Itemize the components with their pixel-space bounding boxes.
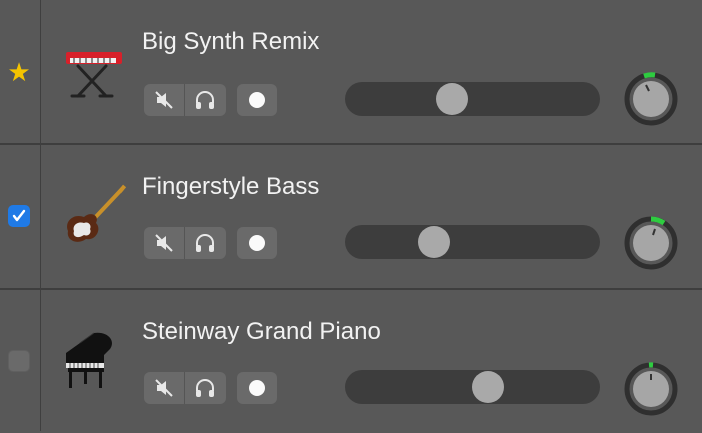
favorite-star-icon[interactable]: ★ <box>7 59 31 85</box>
mute-solo-group <box>144 372 226 404</box>
mute-solo-group <box>144 84 226 116</box>
track-name: Steinway Grand Piano <box>142 318 381 345</box>
track-row[interactable]: Steinway Grand Piano <box>0 290 702 433</box>
mute-button[interactable] <box>144 227 184 259</box>
solo-button[interactable] <box>184 372 225 404</box>
volume-slider[interactable] <box>345 370 600 404</box>
record-enable-button[interactable] <box>237 372 277 404</box>
mute-icon <box>155 379 173 397</box>
mute-icon <box>155 234 173 252</box>
bass-guitar-icon <box>67 184 127 242</box>
record-icon <box>249 380 265 396</box>
mute-icon <box>155 91 173 109</box>
grand-piano-icon <box>66 332 113 388</box>
pan-knob[interactable] <box>624 362 678 416</box>
solo-button[interactable] <box>184 227 225 259</box>
volume-thumb[interactable] <box>418 226 451 258</box>
solo-button[interactable] <box>184 84 225 116</box>
volume-slider[interactable] <box>345 82 600 116</box>
mute-button[interactable] <box>144 84 184 116</box>
record-enable-button[interactable] <box>237 84 277 116</box>
volume-slider[interactable] <box>345 225 600 259</box>
record-icon <box>249 92 265 108</box>
track-row[interactable]: ★ Big Synth Remix <box>0 0 702 143</box>
track-name: Big Synth Remix <box>142 28 320 55</box>
headphones-icon <box>196 234 214 252</box>
track-name: Fingerstyle Bass <box>142 173 320 200</box>
checkmark-icon <box>12 209 26 222</box>
mute-button[interactable] <box>144 372 184 404</box>
track-checkbox[interactable] <box>7 204 31 228</box>
track-checkbox[interactable] <box>7 349 31 373</box>
track-header-divider <box>40 0 41 431</box>
pan-knob[interactable] <box>624 72 678 126</box>
headphones-icon <box>196 91 214 109</box>
track-row[interactable]: Fingerstyle Bass <box>0 145 702 288</box>
record-enable-button[interactable] <box>237 227 277 259</box>
volume-thumb[interactable] <box>471 371 504 403</box>
headphones-icon <box>196 379 214 397</box>
record-icon <box>249 235 265 251</box>
volume-thumb[interactable] <box>436 83 469 115</box>
synth-keyboard-icon <box>66 52 122 98</box>
pan-knob[interactable] <box>624 216 678 270</box>
mute-solo-group <box>144 227 226 259</box>
